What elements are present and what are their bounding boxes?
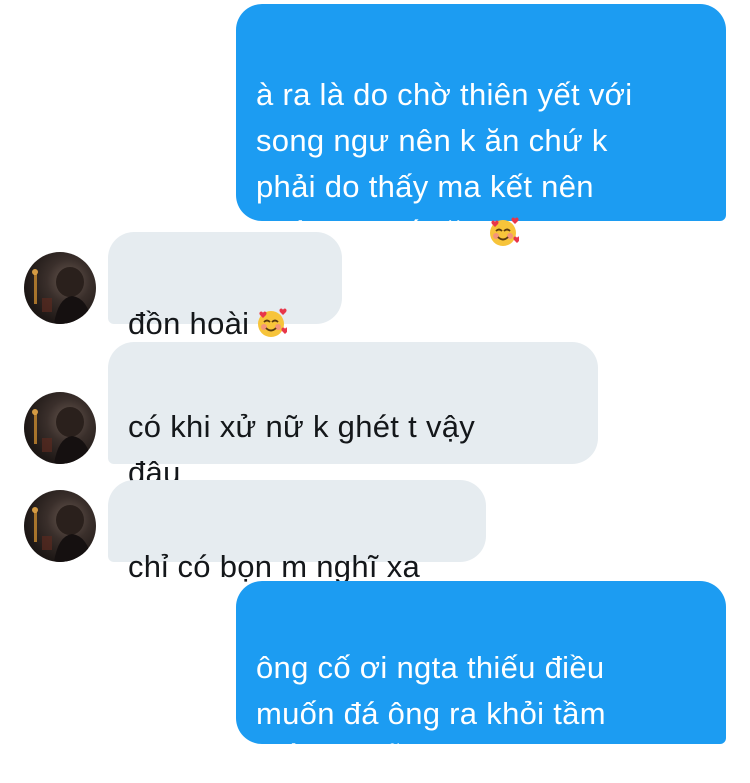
message-bubble-sent[interactable]: ông cố ơi ngta thiếu điều muốn đá ông ra… xyxy=(236,581,726,777)
smiling-face-with-hearts-icon xyxy=(258,308,288,337)
message-text: ông cố ơi ngta thiếu điều muốn đá ông ra… xyxy=(256,650,613,777)
message-bubble-received[interactable]: đồn hoài xyxy=(108,232,342,341)
message-bubble-received[interactable]: có khi xử nữ k ghét t vậy đâu xyxy=(108,342,598,490)
message-text: à ra là do chờ thiên yết với song ngư nê… xyxy=(256,77,633,250)
message-text: đồn hoài xyxy=(128,306,250,341)
message-text: chỉ có bọn m nghĩ xa xyxy=(128,549,421,584)
avatar[interactable] xyxy=(24,392,96,464)
smiling-face-with-hearts-icon xyxy=(489,217,519,246)
avatar[interactable] xyxy=(24,490,96,562)
message-bubble-received[interactable]: chỉ có bọn m nghĩ xa xyxy=(108,480,486,584)
avatar[interactable] xyxy=(24,252,96,324)
message-bubble-sent[interactable]: à ra là do chờ thiên yết với song ngư nê… xyxy=(236,4,726,250)
message-text: có khi xử nữ k ghét t vậy đâu xyxy=(128,409,476,490)
